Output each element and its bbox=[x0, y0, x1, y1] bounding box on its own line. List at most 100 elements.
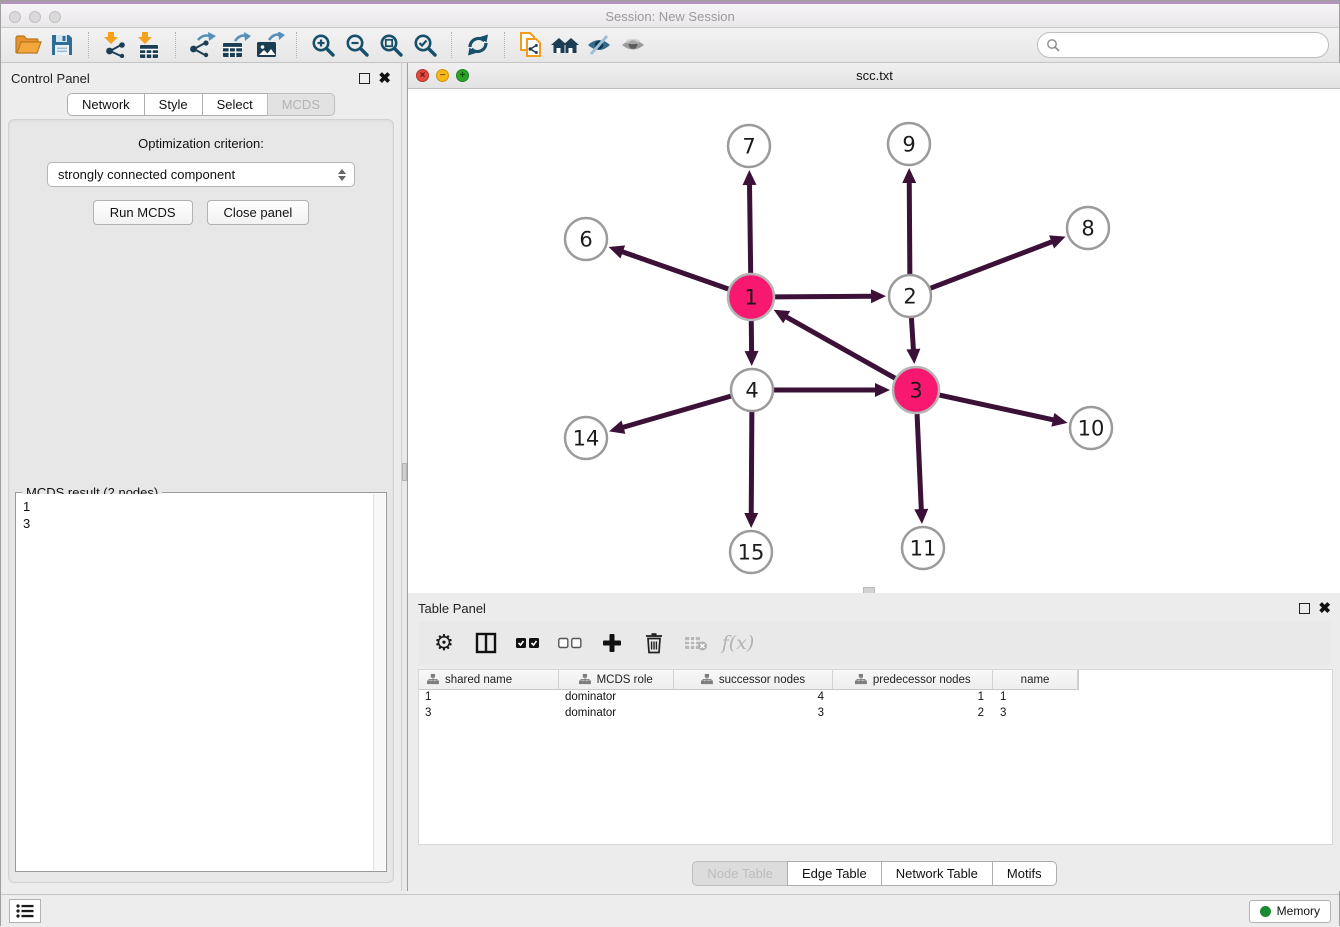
edge-1-6[interactable] bbox=[621, 251, 728, 289]
edge-3-11[interactable] bbox=[917, 414, 921, 511]
edge-3-10[interactable] bbox=[939, 395, 1054, 420]
tab-edge-table[interactable]: Edge Table bbox=[787, 861, 882, 886]
zoom-in-icon[interactable] bbox=[306, 30, 340, 60]
tab-node-table[interactable]: Node Table bbox=[692, 861, 788, 886]
tab-mcds[interactable]: MCDS bbox=[267, 93, 335, 116]
column-header-successor-nodes[interactable]: successor nodes bbox=[674, 670, 834, 689]
edge-2-8[interactable] bbox=[931, 241, 1054, 288]
panel-splitter[interactable] bbox=[401, 63, 408, 891]
node-label-2: 2 bbox=[903, 285, 916, 309]
table-row[interactable]: 1dominator411 bbox=[419, 690, 1332, 706]
optimization-criterion-label: Optimization criterion: bbox=[9, 136, 393, 151]
criterion-dropdown[interactable]: strongly connected component bbox=[47, 162, 355, 187]
mcds-result-scrollbar[interactable] bbox=[373, 494, 385, 870]
node-label-8: 8 bbox=[1081, 217, 1094, 241]
toolbar-separator bbox=[296, 32, 297, 58]
table-panel-header: Table Panel ✖ bbox=[408, 593, 1340, 623]
run-mcds-button[interactable]: Run MCDS bbox=[93, 200, 193, 225]
export-image-icon[interactable] bbox=[253, 30, 287, 60]
add-column-icon[interactable] bbox=[598, 629, 626, 657]
export-table-icon[interactable] bbox=[219, 30, 253, 60]
column-header-shared-name[interactable]: shared name bbox=[419, 670, 559, 689]
refresh-icon[interactable] bbox=[461, 30, 495, 60]
node-table: shared nameMCDS rolesuccessor nodesprede… bbox=[418, 669, 1333, 845]
column-header-name[interactable]: name bbox=[993, 670, 1078, 689]
tab-motifs[interactable]: Motifs bbox=[992, 861, 1057, 886]
show-all-icon[interactable] bbox=[616, 30, 650, 60]
toolbar-separator bbox=[451, 32, 452, 58]
float-table-panel-icon[interactable] bbox=[1299, 603, 1310, 614]
zoom-fit-icon[interactable] bbox=[374, 30, 408, 60]
table-cell[interactable]: 3 bbox=[994, 706, 1079, 722]
tab-style[interactable]: Style bbox=[144, 93, 203, 116]
control-panel: Control Panel ✖ NetworkStyleSelectMCDS O… bbox=[1, 63, 401, 891]
list-icon bbox=[15, 902, 35, 920]
task-history-button[interactable] bbox=[9, 899, 41, 923]
table-cell[interactable]: 4 bbox=[674, 690, 834, 706]
gear-icon[interactable]: ⚙ bbox=[430, 629, 458, 657]
import-table-icon[interactable] bbox=[132, 30, 166, 60]
node-label-3: 3 bbox=[909, 379, 922, 403]
edge-1-2[interactable] bbox=[775, 296, 873, 297]
node-label-14: 14 bbox=[573, 427, 600, 451]
open-file-icon[interactable] bbox=[11, 30, 45, 60]
edge-4-14[interactable] bbox=[622, 396, 731, 428]
delete-column-icon[interactable] bbox=[640, 629, 668, 657]
table-cell[interactable]: dominator bbox=[559, 706, 674, 722]
new-network-from-selection-icon[interactable] bbox=[514, 30, 548, 60]
select-all-rows-icon[interactable] bbox=[514, 629, 542, 657]
edge-4-15[interactable] bbox=[751, 412, 752, 515]
hide-selected-icon[interactable] bbox=[582, 30, 616, 60]
table-cell[interactable]: 3 bbox=[419, 706, 559, 722]
tab-network-table[interactable]: Network Table bbox=[881, 861, 993, 886]
save-session-icon[interactable] bbox=[45, 30, 79, 60]
memory-button[interactable]: Memory bbox=[1249, 900, 1331, 923]
edge-2-3[interactable] bbox=[911, 318, 913, 351]
table-cell[interactable]: 1 bbox=[994, 690, 1079, 706]
column-type-icon bbox=[427, 674, 439, 685]
table-cell[interactable]: 1 bbox=[834, 690, 994, 706]
deselect-all-rows-icon[interactable] bbox=[556, 629, 584, 657]
edge-3-1[interactable] bbox=[785, 316, 895, 378]
table-toolbar: ⚙ f(x) bbox=[418, 621, 1331, 665]
close-panel-icon[interactable]: ✖ bbox=[378, 73, 391, 84]
table-cell[interactable]: dominator bbox=[559, 690, 674, 706]
close-table-panel-icon[interactable]: ✖ bbox=[1318, 603, 1331, 614]
toolbar-separator bbox=[88, 32, 89, 58]
toolbar-separator bbox=[504, 32, 505, 58]
tab-network[interactable]: Network bbox=[67, 93, 145, 116]
search-input[interactable] bbox=[1065, 38, 1320, 53]
control-panel-tabs: NetworkStyleSelectMCDS bbox=[1, 93, 401, 116]
columns-icon[interactable] bbox=[472, 629, 500, 657]
edge-arrowhead bbox=[871, 289, 886, 303]
tab-select[interactable]: Select bbox=[202, 93, 268, 116]
table-cell[interactable]: 2 bbox=[834, 706, 994, 722]
zoom-selected-icon[interactable] bbox=[408, 30, 442, 60]
home-icon[interactable] bbox=[548, 30, 582, 60]
table-cell[interactable]: 3 bbox=[674, 706, 834, 722]
node-table-body: 1dominator4113dominator323 bbox=[419, 690, 1332, 722]
column-header-predecessor-nodes[interactable]: predecessor nodes bbox=[833, 670, 993, 689]
criterion-dropdown-value: strongly connected component bbox=[58, 167, 338, 182]
control-panel-header: Control Panel ✖ bbox=[1, 63, 401, 93]
search-field[interactable] bbox=[1037, 32, 1329, 58]
close-panel-button[interactable]: Close panel bbox=[207, 200, 310, 225]
node-label-9: 9 bbox=[902, 133, 915, 157]
table-cell[interactable]: 1 bbox=[419, 690, 559, 706]
import-network-icon[interactable] bbox=[98, 30, 132, 60]
zoom-out-icon[interactable] bbox=[340, 30, 374, 60]
column-header-mcds-role[interactable]: MCDS role bbox=[559, 670, 674, 689]
splitter-grip[interactable] bbox=[402, 463, 407, 481]
float-panel-icon[interactable] bbox=[359, 73, 370, 84]
edge-2-9[interactable] bbox=[909, 181, 910, 274]
status-bar: Memory bbox=[1, 894, 1339, 927]
titlebar: Session: New Session bbox=[1, 1, 1339, 28]
control-panel-title: Control Panel bbox=[11, 71, 90, 86]
edge-1-7[interactable] bbox=[749, 183, 750, 273]
export-network-icon[interactable] bbox=[185, 30, 219, 60]
network-graph[interactable]: 7968124314101511 bbox=[408, 89, 1340, 593]
network-view[interactable]: 7968124314101511 bbox=[408, 89, 1340, 593]
edge-arrowhead bbox=[902, 168, 916, 183]
table-row[interactable]: 3dominator323 bbox=[419, 706, 1332, 722]
column-type-icon bbox=[855, 674, 867, 685]
